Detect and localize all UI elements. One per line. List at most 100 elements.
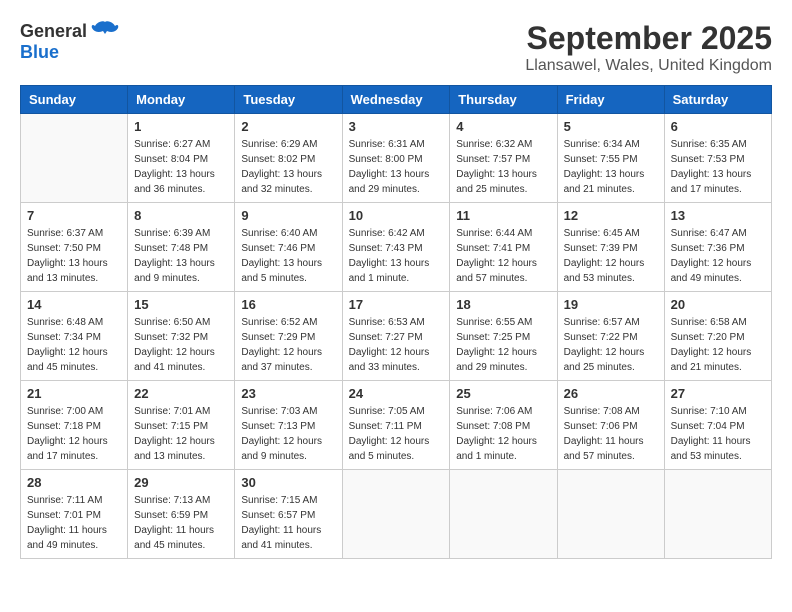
day-number: 5	[564, 119, 658, 134]
calendar-cell: 20Sunrise: 6:58 AM Sunset: 7:20 PM Dayli…	[664, 292, 771, 381]
day-number: 16	[241, 297, 335, 312]
weekday-header-sunday: Sunday	[21, 86, 128, 114]
calendar-cell: 27 Sunrise: 7:10 AM Sunset: 7:04 PM Dayli…	[664, 381, 771, 470]
day-number: 28	[27, 475, 121, 490]
day-info: Sunrise: 7:08 AM Sunset: 7:06 PM Dayligh…	[564, 404, 658, 464]
day-info: Sunrise: 6:39 AM Sunset: 7:48 PM Dayligh…	[134, 226, 228, 286]
page-header: General Blue September 2025 Llansawel, W…	[20, 20, 772, 75]
calendar-table: SundayMondayTuesdayWednesdayThursdayFrid…	[20, 85, 772, 559]
day-info: Sunrise: 7:11 AM Sunset: 7:01 PM Dayligh…	[27, 493, 121, 553]
calendar-cell	[450, 470, 557, 559]
calendar-cell: 6Sunrise: 6:35 AM Sunset: 7:53 PM Daylig…	[664, 114, 771, 203]
day-number: 12	[564, 208, 658, 223]
day-number: 2	[241, 119, 335, 134]
calendar-week-row: 28 Sunrise: 7:11 AM Sunset: 7:01 PM Dayli…	[21, 470, 772, 559]
day-number: 8	[134, 208, 228, 223]
day-info: Sunrise: 6:47 AM Sunset: 7:36 PM Dayligh…	[671, 226, 765, 286]
day-number: 10	[349, 208, 444, 223]
day-number: 30	[241, 475, 335, 490]
day-number: 27	[671, 386, 765, 401]
calendar-cell: 18 Sunrise: 6:55 AM Sunset: 7:25 PM Dayli…	[450, 292, 557, 381]
logo: General Blue	[20, 20, 119, 63]
day-number: 7	[27, 208, 121, 223]
calendar-cell: 29 Sunrise: 7:13 AM Sunset: 6:59 PM Dayli…	[128, 470, 235, 559]
calendar-cell: 28 Sunrise: 7:11 AM Sunset: 7:01 PM Dayli…	[21, 470, 128, 559]
calendar-cell: 2 Sunrise: 6:29 AM Sunset: 8:02 PM Daylig…	[235, 114, 342, 203]
day-number: 18	[456, 297, 550, 312]
weekday-header-row: SundayMondayTuesdayWednesdayThursdayFrid…	[21, 86, 772, 114]
day-info: Sunrise: 7:01 AM Sunset: 7:15 PM Dayligh…	[134, 404, 228, 464]
day-info: Sunrise: 7:13 AM Sunset: 6:59 PM Dayligh…	[134, 493, 228, 553]
calendar-cell	[557, 470, 664, 559]
day-info: Sunrise: 6:45 AM Sunset: 7:39 PM Dayligh…	[564, 226, 658, 286]
logo-blue: Blue	[20, 42, 59, 63]
day-number: 22	[134, 386, 228, 401]
weekday-header-thursday: Thursday	[450, 86, 557, 114]
day-number: 3	[349, 119, 444, 134]
calendar-cell: 9 Sunrise: 6:40 AM Sunset: 7:46 PM Daylig…	[235, 203, 342, 292]
calendar-cell: 30Sunrise: 7:15 AM Sunset: 6:57 PM Dayli…	[235, 470, 342, 559]
calendar-cell: 25 Sunrise: 7:06 AM Sunset: 7:08 PM Dayli…	[450, 381, 557, 470]
day-info: Sunrise: 7:06 AM Sunset: 7:08 PM Dayligh…	[456, 404, 550, 464]
calendar-week-row: 1Sunrise: 6:27 AM Sunset: 8:04 PM Daylig…	[21, 114, 772, 203]
day-number: 21	[27, 386, 121, 401]
day-number: 4	[456, 119, 550, 134]
calendar-cell: 22 Sunrise: 7:01 AM Sunset: 7:15 PM Dayli…	[128, 381, 235, 470]
day-info: Sunrise: 6:53 AM Sunset: 7:27 PM Dayligh…	[349, 315, 444, 375]
calendar-cell: 12 Sunrise: 6:45 AM Sunset: 7:39 PM Dayli…	[557, 203, 664, 292]
day-info: Sunrise: 6:40 AM Sunset: 7:46 PM Dayligh…	[241, 226, 335, 286]
logo-general: General	[20, 21, 87, 42]
day-number: 20	[671, 297, 765, 312]
day-number: 24	[349, 386, 444, 401]
calendar-cell: 10 Sunrise: 6:42 AM Sunset: 7:43 PM Dayli…	[342, 203, 450, 292]
calendar-cell: 13Sunrise: 6:47 AM Sunset: 7:36 PM Dayli…	[664, 203, 771, 292]
day-number: 15	[134, 297, 228, 312]
day-number: 25	[456, 386, 550, 401]
calendar-cell	[21, 114, 128, 203]
day-info: Sunrise: 6:35 AM Sunset: 7:53 PM Dayligh…	[671, 137, 765, 197]
day-number: 26	[564, 386, 658, 401]
logo-bird-icon	[91, 20, 119, 42]
day-number: 23	[241, 386, 335, 401]
location: Llansawel, Wales, United Kingdom	[525, 57, 772, 75]
day-info: Sunrise: 6:55 AM Sunset: 7:25 PM Dayligh…	[456, 315, 550, 375]
calendar-cell: 24 Sunrise: 7:05 AM Sunset: 7:11 PM Dayli…	[342, 381, 450, 470]
day-info: Sunrise: 7:00 AM Sunset: 7:18 PM Dayligh…	[27, 404, 121, 464]
day-number: 29	[134, 475, 228, 490]
day-info: Sunrise: 6:48 AM Sunset: 7:34 PM Dayligh…	[27, 315, 121, 375]
day-info: Sunrise: 6:27 AM Sunset: 8:04 PM Dayligh…	[134, 137, 228, 197]
calendar-cell: 7Sunrise: 6:37 AM Sunset: 7:50 PM Daylig…	[21, 203, 128, 292]
calendar-cell	[664, 470, 771, 559]
day-info: Sunrise: 6:52 AM Sunset: 7:29 PM Dayligh…	[241, 315, 335, 375]
calendar-cell: 14 Sunrise: 6:48 AM Sunset: 7:34 PM Dayli…	[21, 292, 128, 381]
calendar-week-row: 7Sunrise: 6:37 AM Sunset: 7:50 PM Daylig…	[21, 203, 772, 292]
calendar-cell: 16 Sunrise: 6:52 AM Sunset: 7:29 PM Dayli…	[235, 292, 342, 381]
calendar-cell: 17 Sunrise: 6:53 AM Sunset: 7:27 PM Dayli…	[342, 292, 450, 381]
calendar-cell: 8 Sunrise: 6:39 AM Sunset: 7:48 PM Daylig…	[128, 203, 235, 292]
day-number: 9	[241, 208, 335, 223]
day-info: Sunrise: 7:05 AM Sunset: 7:11 PM Dayligh…	[349, 404, 444, 464]
weekday-header-tuesday: Tuesday	[235, 86, 342, 114]
calendar-week-row: 21 Sunrise: 7:00 AM Sunset: 7:18 PM Dayli…	[21, 381, 772, 470]
weekday-header-friday: Friday	[557, 86, 664, 114]
calendar-cell: 4Sunrise: 6:32 AM Sunset: 7:57 PM Daylig…	[450, 114, 557, 203]
day-number: 17	[349, 297, 444, 312]
day-info: Sunrise: 7:03 AM Sunset: 7:13 PM Dayligh…	[241, 404, 335, 464]
calendar-cell	[342, 470, 450, 559]
day-number: 14	[27, 297, 121, 312]
calendar-cell: 11 Sunrise: 6:44 AM Sunset: 7:41 PM Dayli…	[450, 203, 557, 292]
day-info: Sunrise: 6:42 AM Sunset: 7:43 PM Dayligh…	[349, 226, 444, 286]
weekday-header-saturday: Saturday	[664, 86, 771, 114]
title-section: September 2025 Llansawel, Wales, United …	[525, 20, 772, 75]
calendar-cell: 23 Sunrise: 7:03 AM Sunset: 7:13 PM Dayli…	[235, 381, 342, 470]
weekday-header-wednesday: Wednesday	[342, 86, 450, 114]
month-title: September 2025	[525, 20, 772, 57]
day-number: 11	[456, 208, 550, 223]
day-info: Sunrise: 6:57 AM Sunset: 7:22 PM Dayligh…	[564, 315, 658, 375]
day-info: Sunrise: 6:44 AM Sunset: 7:41 PM Dayligh…	[456, 226, 550, 286]
calendar-cell: 1Sunrise: 6:27 AM Sunset: 8:04 PM Daylig…	[128, 114, 235, 203]
day-info: Sunrise: 6:29 AM Sunset: 8:02 PM Dayligh…	[241, 137, 335, 197]
calendar-cell: 19 Sunrise: 6:57 AM Sunset: 7:22 PM Dayli…	[557, 292, 664, 381]
day-number: 19	[564, 297, 658, 312]
day-info: Sunrise: 7:10 AM Sunset: 7:04 PM Dayligh…	[671, 404, 765, 464]
